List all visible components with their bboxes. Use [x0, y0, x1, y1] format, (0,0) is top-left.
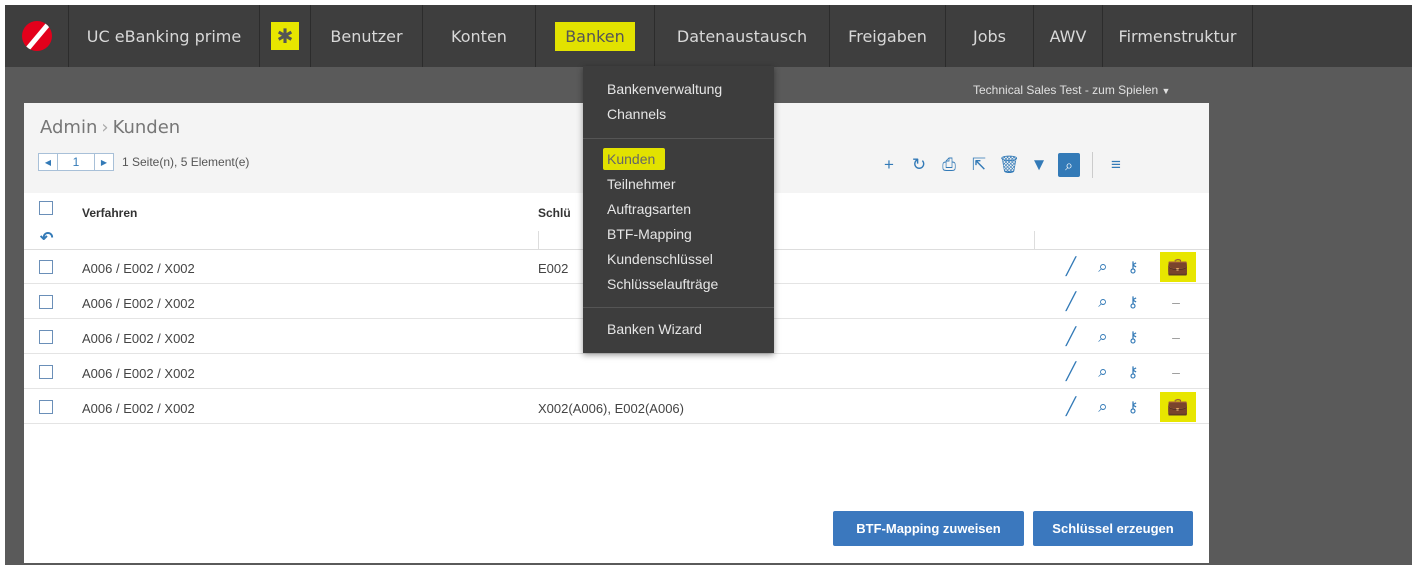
column-header-verfahren[interactable]: Verfahren [82, 206, 137, 220]
row-actions: ╱ ⌕ ⚷ – [1060, 326, 1200, 348]
row-actions: ╱ ⌕ ⚷ – [1060, 291, 1200, 313]
column-header-schluessel[interactable]: Schlü [538, 206, 571, 220]
unicredit-logo-icon [21, 21, 52, 51]
generate-keys-button[interactable]: Schlüssel erzeugen [1033, 511, 1193, 546]
view-icon[interactable]: ⌕ [1092, 361, 1114, 383]
menu-item-btf-mapping[interactable]: BTF-Mapping [607, 226, 692, 242]
nav-konten[interactable]: Konten [423, 5, 536, 67]
briefcase-icon[interactable]: 💼 [1160, 392, 1196, 422]
cell-verfahren: A006 / E002 / X002 [82, 296, 195, 311]
export-icon[interactable]: ⇱ [964, 153, 994, 177]
toolbar-divider [1092, 152, 1093, 178]
menu-item-channels[interactable]: Channels [607, 106, 666, 122]
nav-datenaustausch[interactable]: Datenaustausch [655, 5, 830, 67]
add-icon[interactable]: + [874, 153, 904, 177]
select-all-checkbox[interactable] [39, 201, 53, 215]
row-checkbox[interactable] [39, 295, 53, 309]
menu-icon[interactable]: ≡ [1101, 153, 1131, 177]
view-icon[interactable]: ⌕ [1092, 256, 1114, 278]
row-checkbox[interactable] [39, 330, 53, 344]
table-row[interactable]: A006 / E002 / X002 X002(A006), E002(A006… [24, 390, 1209, 424]
cell-verfahren: A006 / E002 / X002 [82, 401, 195, 416]
nav-freigaben[interactable]: Freigaben [830, 5, 946, 67]
dash-icon: – [1172, 294, 1180, 310]
search-icon[interactable]: ⌕ [1058, 153, 1080, 177]
cell-verfahren: A006 / E002 / X002 [82, 331, 195, 346]
key-icon[interactable]: ⚷ [1122, 326, 1144, 348]
menu-divider [583, 307, 774, 308]
dash-icon: – [1172, 329, 1180, 345]
menu-divider [583, 138, 774, 139]
tenant-selector[interactable]: Technical Sales Test - zum Spielen ▼ [973, 83, 1170, 97]
breadcrumb-admin[interactable]: Admin [40, 117, 97, 138]
nav-banken[interactable]: Banken [536, 5, 655, 67]
edit-icon[interactable]: ╱ [1060, 361, 1082, 383]
breadcrumb-current: Kunden [112, 117, 181, 138]
breadcrumb-separator: › [101, 117, 109, 138]
menu-item-auftragsarten[interactable]: Auftragsarten [607, 201, 691, 217]
edit-icon[interactable]: ╱ [1060, 326, 1082, 348]
nav-awv[interactable]: AWV [1034, 5, 1103, 67]
tenant-label: Technical Sales Test - zum Spielen [973, 83, 1159, 97]
filter-icon[interactable]: ▼ [1024, 153, 1054, 177]
print-icon[interactable]: ⎙ [934, 153, 964, 177]
row-checkbox[interactable] [39, 365, 53, 379]
nav-firmenstruktur[interactable]: Firmenstruktur [1103, 5, 1253, 67]
nav-banken-label: Banken [555, 21, 635, 51]
banken-dropdown-menu: Bankenverwaltung Channels Kunden Teilneh… [583, 66, 774, 353]
menu-item-kunden[interactable]: Kunden [603, 148, 666, 170]
column-divider [538, 231, 539, 249]
view-icon[interactable]: ⌕ [1092, 326, 1114, 348]
logo-cell[interactable] [5, 5, 69, 67]
btf-mapping-button[interactable]: BTF-Mapping zuweisen [833, 511, 1024, 546]
cell-schluessel: E002 [538, 261, 569, 276]
delete-icon[interactable]: 🗑 [994, 153, 1024, 177]
table-row[interactable]: A006 / E002 / X002 ╱ ⌕ ⚷ – [24, 355, 1209, 389]
edit-icon[interactable]: ╱ [1060, 256, 1082, 278]
key-icon[interactable]: ⚷ [1122, 361, 1144, 383]
prev-page-button[interactable]: ◀ [38, 153, 58, 171]
next-page-button[interactable]: ▶ [94, 153, 114, 171]
view-icon[interactable]: ⌕ [1092, 396, 1114, 418]
row-checkbox[interactable] [39, 400, 53, 414]
caret-down-icon: ▼ [1161, 86, 1171, 96]
row-actions: ╱ ⌕ ⚷ 💼 [1060, 252, 1200, 282]
menu-item-schluesselauftraege[interactable]: Schlüsselaufträge [607, 276, 718, 292]
cell-verfahren: A006 / E002 / X002 [82, 261, 195, 276]
edit-icon[interactable]: ╱ [1060, 396, 1082, 418]
row-actions: ╱ ⌕ ⚷ 💼 [1060, 392, 1200, 422]
toolbar: + ↻ ⎙ ⇱ 🗑 ▼ ⌕ ≡ [874, 152, 1131, 178]
key-icon[interactable]: ⚷ [1122, 256, 1144, 278]
undo-icon[interactable]: ↶ [40, 228, 53, 248]
menu-item-kundenschluessel[interactable]: Kundenschlüssel [607, 251, 713, 267]
top-navbar: UC eBanking prime ✱ Benutzer Konten Bank… [5, 5, 1412, 67]
cell-verfahren: A006 / E002 / X002 [82, 366, 195, 381]
row-actions: ╱ ⌕ ⚷ – [1060, 361, 1200, 383]
page-number-input[interactable]: 1 [58, 153, 94, 171]
pagination: ◀ 1 ▶ 1 Seite(n), 5 Element(e) [38, 153, 249, 171]
view-icon[interactable]: ⌕ [1092, 291, 1114, 313]
column-divider [1034, 231, 1035, 249]
key-icon[interactable]: ⚷ [1122, 291, 1144, 313]
row-checkbox[interactable] [39, 260, 53, 274]
menu-item-bankenverwaltung[interactable]: Bankenverwaltung [607, 81, 722, 97]
gear-icon: ✱ [271, 22, 299, 50]
settings-cell[interactable]: ✱ [260, 5, 311, 67]
cell-schluessel: X002(A006), E002(A006) [538, 401, 684, 416]
page-info: 1 Seite(n), 5 Element(e) [122, 155, 250, 169]
refresh-icon[interactable]: ↻ [904, 153, 934, 177]
key-icon[interactable]: ⚷ [1122, 396, 1144, 418]
menu-item-teilnehmer[interactable]: Teilnehmer [607, 176, 675, 192]
dash-icon: – [1172, 364, 1180, 380]
menu-item-banken-wizard[interactable]: Banken Wizard [607, 321, 702, 337]
edit-icon[interactable]: ╱ [1060, 291, 1082, 313]
briefcase-icon[interactable]: 💼 [1160, 252, 1196, 282]
nav-jobs[interactable]: Jobs [946, 5, 1034, 67]
app-title[interactable]: UC eBanking prime [69, 5, 260, 67]
nav-benutzer[interactable]: Benutzer [311, 5, 423, 67]
breadcrumb: Admin › Kunden [40, 117, 180, 138]
